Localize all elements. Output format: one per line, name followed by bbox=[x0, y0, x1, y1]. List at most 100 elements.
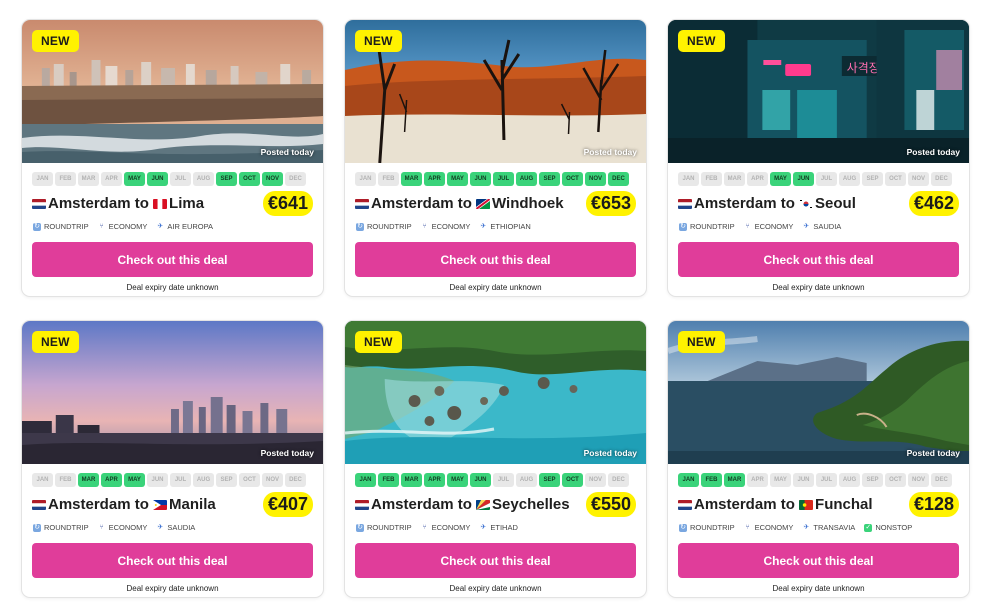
month-chip-jan: JAN bbox=[355, 172, 376, 186]
travel-months: JAN FEB MAR APR MAY JUN JUL AUG SEP OCT NOV DEC bbox=[678, 473, 969, 487]
plane-icon: ✈ bbox=[480, 222, 487, 230]
flag-philippines-icon bbox=[153, 499, 168, 510]
month-chip-apr: APR bbox=[424, 172, 445, 186]
month-chip-mar: MAR bbox=[724, 172, 745, 186]
deal-tag: ↻ ROUNDTRIP bbox=[33, 222, 89, 231]
travel-months: JAN FEB MAR APR MAY JUN JUL AUG SEP OCT NOV DEC bbox=[32, 172, 323, 186]
month-chip-nov: NOV bbox=[262, 473, 283, 487]
deal-tag: ⑂ ECONOMY bbox=[421, 523, 470, 532]
deal-tag: ⑂ ECONOMY bbox=[98, 222, 148, 231]
roundtrip-icon: ↻ bbox=[679, 523, 687, 532]
deal-expiry: Deal expiry date unknown bbox=[126, 283, 219, 292]
deal-tag-label: ECONOMY bbox=[108, 222, 148, 231]
deal-photo-manila: NEW Posted today bbox=[22, 321, 323, 464]
month-chip-jan: JAN bbox=[32, 172, 53, 186]
roundtrip-icon: ↻ bbox=[33, 222, 41, 231]
deal-tag: ↻ ROUNDTRIP bbox=[33, 523, 89, 532]
month-chip-oct: OCT bbox=[562, 172, 583, 186]
deal-expiry: Deal expiry date unknown bbox=[449, 283, 542, 292]
month-chip-apr: APR bbox=[101, 172, 122, 186]
seat-icon: ⑂ bbox=[99, 523, 104, 531]
route-row: Amsterdam to Funchal €128 bbox=[678, 491, 959, 517]
new-badge: NEW bbox=[32, 30, 79, 52]
flag-seychelles-icon bbox=[476, 499, 491, 510]
deal-tag: ✓ NONSTOP bbox=[864, 523, 912, 532]
month-chip-mar: MAR bbox=[724, 473, 745, 487]
month-chip-feb: FEB bbox=[55, 473, 76, 487]
deal-card-manila[interactable]: NEW Posted today JAN FEB MAR APR MAY JUN JUL AU… bbox=[21, 320, 324, 598]
month-chip-jan: JAN bbox=[678, 473, 699, 487]
deal-tag: ↻ ROUNDTRIP bbox=[356, 222, 412, 231]
month-chip-may: MAY bbox=[770, 473, 791, 487]
month-chip-sep: SEP bbox=[216, 172, 237, 186]
deal-tag-label: NONSTOP bbox=[875, 523, 913, 532]
flag-namibia-icon bbox=[476, 198, 491, 209]
check-deal-button[interactable]: Check out this deal bbox=[678, 242, 959, 277]
destination-city: Manila bbox=[169, 495, 216, 513]
deal-tag-label: ROUNDTRIP bbox=[44, 222, 89, 231]
month-chip-nov: NOV bbox=[585, 172, 606, 186]
month-chip-jan: JAN bbox=[32, 473, 53, 487]
roundtrip-icon: ↻ bbox=[356, 523, 364, 532]
new-badge: NEW bbox=[678, 30, 725, 52]
month-chip-feb: FEB bbox=[55, 172, 76, 186]
deal-tag-label: ECONOMY bbox=[754, 523, 794, 532]
flag-netherlands-icon bbox=[355, 499, 369, 510]
check-deal-button[interactable]: Check out this deal bbox=[678, 543, 959, 578]
month-chip-dec: DEC bbox=[608, 172, 629, 186]
check-deal-button[interactable]: Check out this deal bbox=[32, 242, 313, 277]
month-chip-dec: DEC bbox=[285, 473, 306, 487]
deal-card-seoul[interactable]: 사격장 NEW Posted today JAN FEB MAR APR MAY JUN J… bbox=[667, 19, 970, 297]
deal-tags: ↻ ROUNDTRIP ⑂ ECONOMY ✈ AIR EUROPA bbox=[33, 222, 323, 231]
month-chip-aug: AUG bbox=[839, 172, 860, 186]
seat-icon: ⑂ bbox=[745, 222, 750, 230]
route-title: Amsterdam to Lima bbox=[32, 195, 204, 212]
month-chip-mar: MAR bbox=[78, 473, 99, 487]
seat-icon: ⑂ bbox=[422, 523, 427, 531]
month-chip-apr: APR bbox=[424, 473, 445, 487]
plane-icon: ✈ bbox=[803, 222, 810, 230]
flag-netherlands-icon bbox=[32, 198, 46, 209]
deal-tag-label: SAUDIA bbox=[167, 523, 196, 532]
seat-icon: ⑂ bbox=[99, 222, 104, 230]
seat-icon: ⑂ bbox=[422, 222, 427, 230]
month-chip-may: MAY bbox=[770, 172, 791, 186]
deal-tag-label: ROUNDTRIP bbox=[367, 523, 412, 532]
month-chip-nov: NOV bbox=[908, 172, 929, 186]
deal-expiry: Deal expiry date unknown bbox=[772, 283, 865, 292]
price-badge: €407 bbox=[262, 491, 313, 517]
month-chip-feb: FEB bbox=[701, 172, 722, 186]
flag-netherlands-icon bbox=[678, 198, 692, 209]
deal-card-seychelles[interactable]: NEW Posted today JAN FEB MAR APR MAY JUN JUL AU… bbox=[344, 320, 647, 598]
plane-icon: ✈ bbox=[157, 523, 164, 531]
month-chip-aug: AUG bbox=[193, 473, 214, 487]
deal-card-funchal[interactable]: NEW Posted today JAN FEB MAR APR MAY JUN JUL AU… bbox=[667, 320, 970, 598]
destination-city: Lima bbox=[169, 194, 205, 212]
destination-city: Windhoek bbox=[492, 194, 564, 212]
travel-months: JAN FEB MAR APR MAY JUN JUL AUG SEP OCT NOV DEC bbox=[355, 473, 646, 487]
check-icon: ✓ bbox=[864, 523, 873, 532]
destination-city: Seychelles bbox=[492, 495, 570, 513]
new-badge: NEW bbox=[355, 30, 402, 52]
month-chip-oct: OCT bbox=[562, 473, 583, 487]
month-chip-may: MAY bbox=[447, 172, 468, 186]
check-deal-button[interactable]: Check out this deal bbox=[355, 543, 636, 578]
route-row: Amsterdam to Windhoek €653 bbox=[355, 190, 636, 216]
route-prefix: Amsterdam to bbox=[371, 495, 477, 513]
check-deal-button[interactable]: Check out this deal bbox=[32, 543, 313, 578]
deal-card-lima[interactable]: NEW Posted today JAN FEB MAR APR MAY JUN JUL AU… bbox=[21, 19, 324, 297]
deal-photo-windhoek: NEW Posted today bbox=[345, 20, 646, 163]
month-chip-nov: NOV bbox=[262, 172, 283, 186]
route-prefix: Amsterdam to bbox=[694, 495, 800, 513]
price-badge: €128 bbox=[908, 491, 959, 517]
deal-expiry: Deal expiry date unknown bbox=[449, 584, 542, 593]
month-chip-dec: DEC bbox=[608, 473, 629, 487]
check-deal-button[interactable]: Check out this deal bbox=[355, 242, 636, 277]
deal-card-windhoek[interactable]: NEW Posted today JAN FEB MAR APR MAY JUN JUL AU… bbox=[344, 19, 647, 297]
month-chip-jun: JUN bbox=[470, 172, 491, 186]
deal-tag: ✈ ETIHAD bbox=[479, 523, 517, 532]
month-chip-may: MAY bbox=[124, 473, 145, 487]
deal-expiry: Deal expiry date unknown bbox=[126, 584, 219, 593]
month-chip-mar: MAR bbox=[401, 473, 422, 487]
posted-label: Posted today bbox=[906, 147, 960, 157]
